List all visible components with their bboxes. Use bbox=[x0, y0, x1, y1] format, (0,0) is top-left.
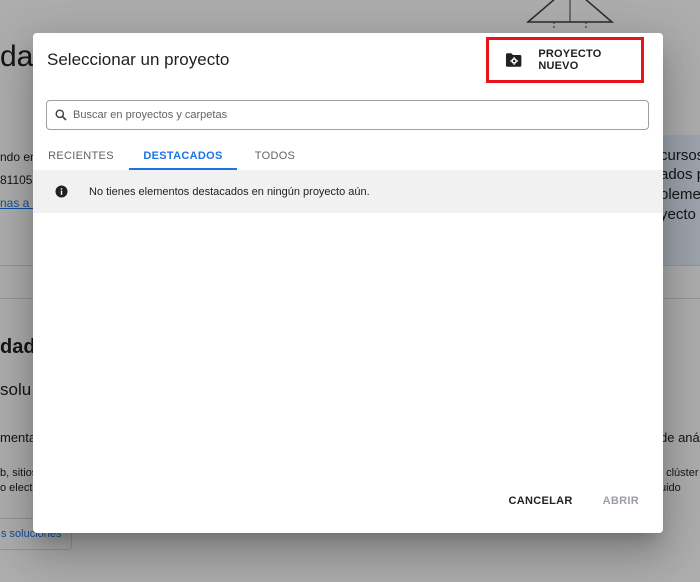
folder-gear-icon bbox=[505, 53, 522, 67]
search-box[interactable] bbox=[46, 100, 649, 130]
info-icon bbox=[55, 185, 68, 198]
select-project-dialog: Seleccionar un proyecto PROYECTO NUEVO R… bbox=[33, 33, 663, 533]
dialog-actions: CANCELAR ABRIR bbox=[499, 489, 649, 513]
search-input[interactable] bbox=[73, 109, 633, 121]
tab-recientes[interactable]: RECIENTES bbox=[41, 142, 121, 170]
tab-bar: RECIENTES DESTACADOS TODOS bbox=[33, 142, 663, 170]
search-icon bbox=[55, 109, 67, 121]
empty-notice: No tienes elementos destacados en ningún… bbox=[33, 170, 663, 213]
tab-destacados[interactable]: DESTACADOS bbox=[129, 142, 237, 170]
notice-text: No tienes elementos destacados en ningún… bbox=[89, 185, 370, 198]
tab-todos[interactable]: TODOS bbox=[243, 142, 307, 170]
open-button[interactable]: ABRIR bbox=[593, 489, 649, 513]
new-project-label: PROYECTO NUEVO bbox=[538, 48, 602, 72]
new-project-button[interactable]: PROYECTO NUEVO bbox=[486, 37, 644, 83]
cancel-button[interactable]: CANCELAR bbox=[499, 489, 583, 513]
dialog-title: Seleccionar un proyecto bbox=[47, 50, 230, 69]
